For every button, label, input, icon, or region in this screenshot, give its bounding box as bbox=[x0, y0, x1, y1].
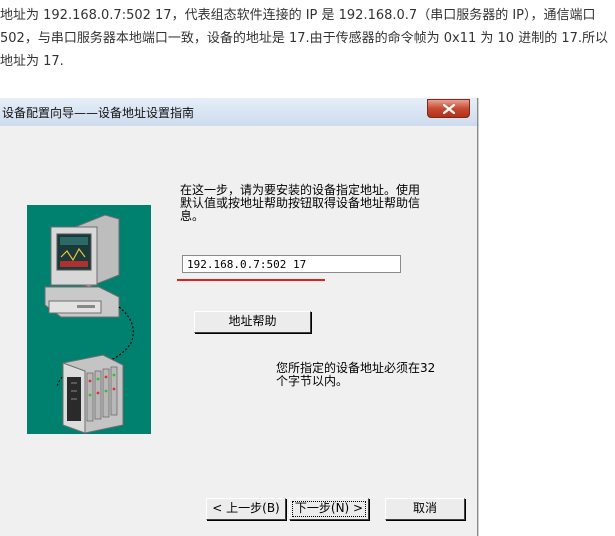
address-help-button[interactable]: 地址帮助 bbox=[194, 311, 311, 333]
close-button[interactable] bbox=[427, 99, 470, 118]
dialog-titlebar[interactable]: 设备配置向导——设备地址设置指南 bbox=[0, 98, 477, 126]
back-button[interactable]: < 上一步(B) bbox=[206, 498, 286, 520]
dialog-client-area: 在这一步，请为要安装的设备指定地址。使用默认值或按地址帮助按钮取得设备地址帮助信… bbox=[0, 126, 477, 536]
close-icon bbox=[443, 104, 455, 114]
article-paragraph: 地址为 192.168.0.7:502 17，代表组态软件连接的 IP 是 19… bbox=[0, 8, 609, 69]
computer-icon bbox=[44, 214, 120, 318]
device-rack-icon bbox=[62, 354, 124, 434]
instructions-text: 在这一步，请为要安装的设备指定地址。使用默认值或按地址帮助按钮取得设备地址帮助信… bbox=[180, 183, 421, 223]
cancel-button[interactable]: 取消 bbox=[385, 498, 465, 520]
device-address-input[interactable] bbox=[182, 255, 401, 273]
address-length-note: 您所指定的设备地址必须在32个字节以内。 bbox=[276, 361, 436, 388]
highlight-underline bbox=[177, 279, 325, 281]
device-config-dialog: 设备配置向导——设备地址设置指南 在这一步，请为要安装的设备指定地址。使用默认值… bbox=[0, 98, 478, 536]
next-button[interactable]: 下一步(N) > bbox=[289, 498, 369, 520]
dialog-title: 设备配置向导——设备地址设置指南 bbox=[2, 106, 195, 120]
wizard-illustration bbox=[27, 205, 151, 434]
